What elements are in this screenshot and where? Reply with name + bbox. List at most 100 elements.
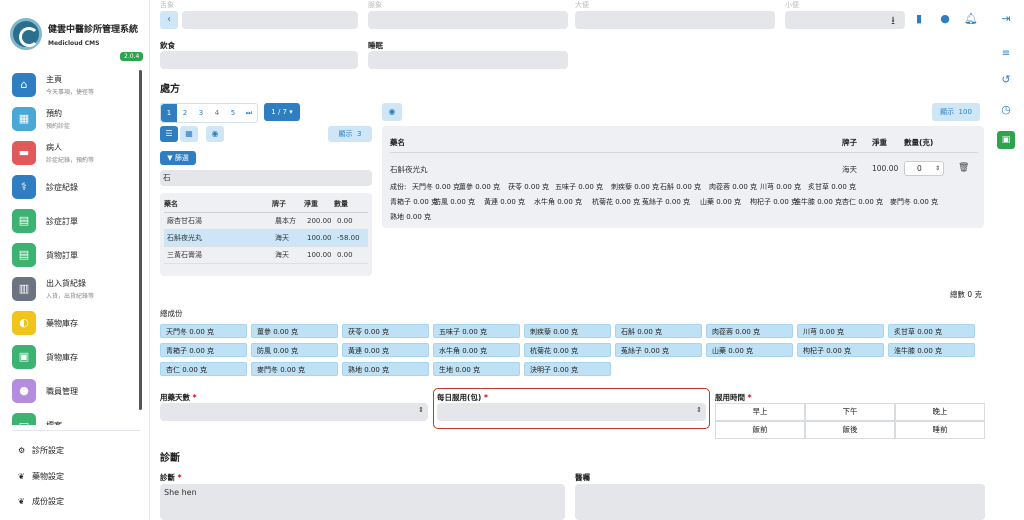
tongue-field[interactable] [182, 11, 358, 29]
right-toolbar: ⇥ ≡ ↺ ◷ ▣ [990, 0, 1024, 520]
time-evening-toggle[interactable]: 晚上 [895, 403, 985, 421]
user-icon[interactable]: ● [935, 12, 955, 25]
list-icon[interactable]: ≡ [996, 48, 1016, 59]
page-select[interactable]: 1 / 7 ▾ [264, 103, 300, 121]
grid-view-icon[interactable]: ▦ [180, 126, 198, 142]
back-button[interactable]: ‹ [160, 11, 178, 29]
diagnosis-label-text: 診斷 [160, 473, 175, 482]
time-morning-toggle[interactable]: 早上 [715, 403, 805, 421]
filter-button[interactable]: ▼ 篩選 [160, 151, 196, 165]
spinner-icon[interactable]: ⇕ [696, 406, 702, 414]
diagnosis-title: 診斷 [160, 453, 180, 464]
time-bedtime-toggle[interactable]: 睡前 [895, 421, 985, 439]
pulse-field[interactable] [368, 11, 568, 29]
selected-drugs-panel: 藥名 牌子 淨重 數量(克) 石斛夜光丸 海天 100.00 0 ⇕ 🗑︎ 成份:… [382, 126, 984, 228]
sidebar-item-9[interactable]: ● 職員管理 [0, 376, 140, 410]
settings-item-clinic[interactable]: ⚙ 診所設定 [18, 445, 64, 456]
daily-dose-input[interactable]: ⇕ [437, 403, 706, 421]
component-item: 杏仁 0.00 克 [842, 198, 884, 206]
sidebar-item-6[interactable]: ▥ 出入貨紀錄 入貨，出貨紀錄等 [0, 274, 140, 308]
table-cell: 石斛夜光丸 [167, 234, 202, 242]
sidebar-item-1[interactable]: ▦ 預約 預約診症 [0, 104, 140, 138]
spinner-icon[interactable]: ⇕ [418, 406, 424, 414]
component-item: 熟地 0.00 克 [390, 213, 432, 221]
component-chip: 淮牛膝 0.00 克 [888, 343, 975, 357]
sidebar-item-label: 貨物庫存 [46, 353, 78, 362]
table-cell: 200.00 [307, 217, 332, 225]
divider [390, 152, 978, 153]
advice-textarea[interactable] [575, 484, 985, 520]
component-chip: 薑參 0.00 克 [251, 324, 338, 338]
history-icon[interactable]: ↺ [996, 73, 1016, 86]
sidebar-item-7[interactable]: ◐ 藥物庫存 [0, 308, 140, 342]
page-2-button[interactable]: 2 [177, 104, 193, 122]
download-icon[interactable]: ⭳ [883, 12, 903, 31]
time-after-meal-toggle[interactable]: 飯後 [805, 421, 895, 439]
page-3-button[interactable]: 3 [193, 104, 209, 122]
days-label-text: 用藥天數 [160, 393, 190, 402]
show-count-value: 3 [356, 130, 362, 138]
save-icon[interactable]: ▣ [997, 131, 1015, 149]
sidebar-item-label: 病人 [46, 143, 62, 152]
component-item: 防風 0.00 克 [434, 198, 476, 206]
bell-icon[interactable]: 🔔︎ [961, 12, 981, 25]
eye-icon[interactable]: ◉ [206, 126, 224, 142]
qty-value: 0 [917, 164, 922, 173]
component-item: 薑參 0.00 克 [459, 183, 501, 191]
days-input[interactable]: ⇕ [160, 403, 428, 421]
diet-field[interactable] [160, 51, 358, 69]
component-item: 淮牛膝 0.00 克 [794, 198, 843, 206]
page-1-button[interactable]: 1 [161, 104, 177, 122]
page-5-button[interactable]: 5 [225, 104, 241, 122]
time-afternoon-toggle[interactable]: 下午 [805, 403, 895, 421]
search-input[interactable]: 石 [160, 170, 372, 186]
sidebar-nav: ⌂ 主頁 今天事項，捷徑等 ▦ 預約 預約診症 ▬ 病人 診症紀錄，預約等 ⚕ 診症紀錄 ▤ 診症訂單 ▤… [0, 70, 140, 425]
sidebar-item-2[interactable]: ▬ 病人 診症紀錄，預約等 [0, 138, 140, 172]
stepper-arrows-icon[interactable]: ⇕ [935, 162, 940, 175]
logout-icon[interactable]: ⇥ [996, 12, 1016, 25]
sidebar-item-8[interactable]: ▣ 貨物庫存 [0, 342, 140, 376]
sidebar-scrollbar[interactable] [139, 70, 142, 410]
component-chip: 青箱子 0.00 克 [160, 343, 247, 357]
sidebar-item-label: 主頁 [46, 75, 62, 84]
last-page-icon[interactable]: ⏭ [241, 104, 257, 122]
page-4-button[interactable]: 4 [209, 104, 225, 122]
right-show-count[interactable]: 顯示 100 [932, 103, 980, 121]
diet-label: 飲食 [160, 41, 175, 50]
component-item: 菟絲子 0.00 克 [642, 198, 691, 206]
filter-label: 篩選 [174, 154, 189, 162]
component-item: 天門冬 0.00 克 [412, 183, 461, 191]
table-row[interactable]: 三黃石膏湯 海天 100.00 0.00 [164, 247, 368, 264]
show-count[interactable]: 顯示 3 [328, 126, 372, 142]
clipboard-icon[interactable]: ▮ [909, 12, 929, 25]
sidebar-item-0[interactable]: ⌂ 主頁 今天事項，捷徑等 [0, 70, 140, 104]
component-chip: 決明子 0.00 克 [524, 362, 611, 376]
sidebar-item-4[interactable]: ▤ 診症訂單 [0, 206, 140, 240]
clock-icon[interactable]: ◷ [996, 103, 1016, 116]
table-row[interactable]: 廠杏甘石湯 農本方 200.00 0.00 [164, 213, 368, 230]
component-item: 枸杞子 0.00 克 [750, 198, 799, 206]
qty-stepper[interactable]: 0 ⇕ [904, 161, 944, 176]
settings-item-ingredient[interactable]: ❦ 成份設定 [18, 496, 64, 507]
table-row[interactable]: 石斛夜光丸 海天 100.00 -58.00 [164, 230, 368, 247]
eye-icon[interactable]: ◉ [382, 103, 402, 121]
sidebar-item-10[interactable]: ▭ 標案 [0, 410, 140, 425]
trash-icon[interactable]: 🗑︎ [958, 163, 969, 173]
diagnosis-textarea[interactable]: She hen [160, 484, 565, 520]
component-item: 刺疾藜 0.00 克 [611, 183, 660, 191]
sidebar-item-subtitle: 今天事項，捷徑等 [46, 89, 95, 96]
col-header-brand: 牌子 [842, 138, 857, 147]
selected-drug-name: 石斛夜光丸 [390, 165, 428, 174]
sidebar-item-3[interactable]: ⚕ 診症紀錄 [0, 172, 140, 206]
sidebar-item-label: 診症紀錄 [46, 183, 78, 192]
component-chip: 枸杞子 0.00 克 [797, 343, 884, 357]
col-header-qty: 數量(克) [904, 138, 934, 147]
component-item: 川芎 0.00 克 [760, 183, 802, 191]
settings-item-drug[interactable]: ❦ 藥物設定 [18, 471, 64, 482]
stool-field[interactable] [575, 11, 775, 29]
daily-dose-label: 每日服用(包) * [437, 392, 488, 403]
sidebar-item-5[interactable]: ▤ 貨物訂單 [0, 240, 140, 274]
sleep-field[interactable] [368, 51, 568, 69]
time-before-meal-toggle[interactable]: 飯前 [715, 421, 805, 439]
list-view-icon[interactable]: ☰ [160, 126, 178, 142]
